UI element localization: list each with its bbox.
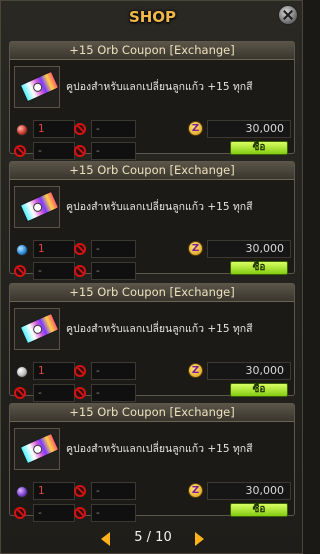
prohibited-icon xyxy=(74,123,86,135)
requirement-field: - xyxy=(91,240,136,258)
shop-item-card: +15 Orb Coupon [Exchange] คูปองสำหรับแลก… xyxy=(9,41,295,160)
shop-item-card: +15 Orb Coupon [Exchange] คูปองสำหรับแลก… xyxy=(9,403,295,522)
quantity-field: 1 xyxy=(33,362,75,380)
z-coin-icon: Z xyxy=(188,483,203,498)
prohibited-icon xyxy=(74,365,86,377)
prohibited-icon xyxy=(14,265,26,277)
requirement-field: - xyxy=(33,384,75,402)
quantity-field: 1 xyxy=(33,120,75,138)
orb-icon xyxy=(16,244,28,256)
item-name: +15 Orb Coupon [Exchange] xyxy=(10,162,294,180)
requirement-field: - xyxy=(91,120,136,138)
coupon-ticket-icon xyxy=(19,432,60,465)
price-field: 30,000 xyxy=(207,362,291,380)
price-field: 30,000 xyxy=(207,240,291,258)
close-icon[interactable] xyxy=(278,5,298,25)
quantity-field: 1 xyxy=(33,482,75,500)
buy-button[interactable]: ซื้อ xyxy=(230,141,288,155)
buy-button[interactable]: ซื้อ xyxy=(230,503,288,517)
shop-item-card: +15 Orb Coupon [Exchange] คูปองสำหรับแลก… xyxy=(9,283,295,402)
orb-icon xyxy=(16,124,28,136)
coupon-ticket-icon xyxy=(19,190,60,223)
prohibited-icon xyxy=(14,507,26,519)
requirement-field: - xyxy=(33,262,75,280)
orb-icon xyxy=(16,486,28,498)
requirement-field: - xyxy=(91,482,136,500)
price-field: 30,000 xyxy=(207,120,291,138)
z-coin-icon: Z xyxy=(188,363,203,378)
prohibited-icon xyxy=(74,243,86,255)
orb-icon xyxy=(16,366,28,378)
shop-item-card: +15 Orb Coupon [Exchange] คูปองสำหรับแลก… xyxy=(9,161,295,280)
prohibited-icon xyxy=(14,145,26,157)
coupon-ticket-icon xyxy=(19,70,60,103)
item-thumbnail[interactable] xyxy=(14,66,60,108)
item-name: +15 Orb Coupon [Exchange] xyxy=(10,42,294,60)
item-thumbnail[interactable] xyxy=(14,428,60,470)
item-description: คูปองสำหรับแลกเปลี่ยนลูกแก้ว +15 ทุกสี xyxy=(66,81,253,93)
price-field: 30,000 xyxy=(207,482,291,500)
requirement-field: - xyxy=(91,142,136,160)
requirement-field: - xyxy=(91,362,136,380)
requirement-field: - xyxy=(33,504,75,522)
z-coin-icon: Z xyxy=(188,121,203,136)
left-arrow-icon[interactable] xyxy=(101,532,110,546)
shop-window: SHOP +15 Orb Coupon [Exchange] คูปองสำหร… xyxy=(0,0,303,554)
requirement-field: - xyxy=(91,504,136,522)
requirement-field: - xyxy=(33,142,75,160)
quantity-field: 1 xyxy=(33,240,75,258)
item-name: +15 Orb Coupon [Exchange] xyxy=(10,404,294,422)
window-title: SHOP xyxy=(128,8,177,26)
item-description: คูปองสำหรับแลกเปลี่ยนลูกแก้ว +15 ทุกสี xyxy=(66,323,253,335)
z-coin-icon: Z xyxy=(188,241,203,256)
prohibited-icon xyxy=(74,265,86,277)
prohibited-icon xyxy=(74,485,86,497)
item-thumbnail[interactable] xyxy=(14,308,60,350)
prohibited-icon xyxy=(74,145,86,157)
buy-button[interactable]: ซื้อ xyxy=(230,383,288,397)
item-description: คูปองสำหรับแลกเปลี่ยนลูกแก้ว +15 ทุกสี xyxy=(66,201,253,213)
prohibited-icon xyxy=(74,507,86,519)
item-description: คูปองสำหรับแลกเปลี่ยนลูกแก้ว +15 ทุกสี xyxy=(66,443,253,455)
right-arrow-icon[interactable] xyxy=(195,532,204,546)
coupon-ticket-icon xyxy=(19,312,60,345)
pagination: 5 / 10 xyxy=(1,529,304,547)
requirement-field: - xyxy=(91,384,136,402)
item-thumbnail[interactable] xyxy=(14,186,60,228)
prohibited-icon xyxy=(14,387,26,399)
prohibited-icon xyxy=(74,387,86,399)
page-indicator: 5 / 10 xyxy=(134,530,172,545)
item-name: +15 Orb Coupon [Exchange] xyxy=(10,284,294,302)
requirement-field: - xyxy=(91,262,136,280)
buy-button[interactable]: ซื้อ xyxy=(230,261,288,275)
